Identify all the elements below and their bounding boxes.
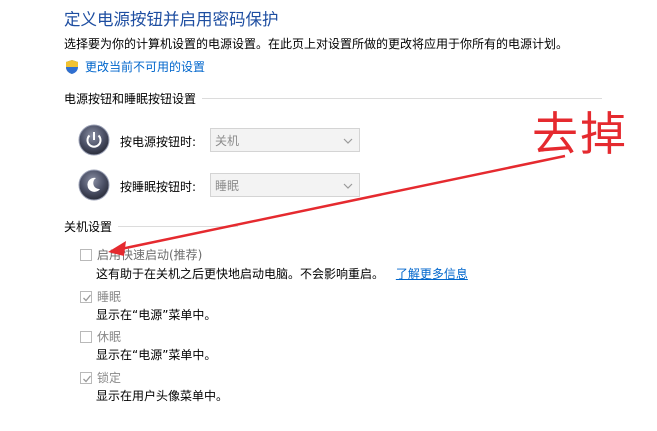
fast-startup-checkbox[interactable] <box>80 248 92 261</box>
hibernate-checkbox[interactable] <box>80 330 92 343</box>
power-button-row: 按电源按钮时: 关机 <box>78 124 360 156</box>
shutdown-section-header: 关机设置 <box>64 218 239 235</box>
learn-more-link[interactable]: 了解更多信息 <box>396 267 468 281</box>
power-button-action-select[interactable]: 关机 <box>210 128 360 152</box>
sleep-button-action-value: 睡眠 <box>215 178 240 193</box>
shutdown-section-title: 关机设置 <box>64 220 113 234</box>
power-icon <box>78 124 110 156</box>
lock-description: 显示在用户头像菜单中。 <box>96 389 229 403</box>
lock-option[interactable]: 锁定 <box>80 369 121 386</box>
sleep-checkbox[interactable] <box>80 290 92 303</box>
hibernate-label: 休眠 <box>97 330 122 344</box>
uac-shield-icon <box>64 59 80 75</box>
power-buttons-section-header: 电源按钮和睡眠按钮设置 <box>64 90 603 107</box>
power-button-action-value: 关机 <box>215 133 240 148</box>
page-description: 选择要为你的计算机设置的电源设置。在此页上对设置所做的更改将应用于你所有的电源计… <box>64 37 569 51</box>
chevron-down-icon <box>343 180 353 190</box>
sleep-icon <box>78 169 110 201</box>
fast-startup-label: 启用快速启动(推荐) <box>97 248 203 262</box>
sleep-button-row: 按睡眠按钮时: 睡眠 <box>78 169 360 201</box>
hibernate-description: 显示在“电源”菜单中。 <box>96 348 217 362</box>
page-title: 定义电源按钮并启用密码保护 <box>64 10 279 29</box>
section-divider <box>118 226 239 227</box>
change-settings-label: 更改当前不可用的设置 <box>85 60 206 74</box>
annotation-text: 去掉 <box>532 107 628 161</box>
sleep-button-label: 按睡眠按钮时: <box>120 180 197 194</box>
fast-startup-description: 这有助于在关机之后更快地启动电脑。不会影响重启。 了解更多信息 <box>96 265 468 282</box>
fast-startup-option[interactable]: 启用快速启动(推荐) <box>80 246 202 263</box>
change-settings-link[interactable]: 更改当前不可用的设置 <box>64 58 205 75</box>
power-buttons-section-title: 电源按钮和睡眠按钮设置 <box>64 92 197 106</box>
sleep-option[interactable]: 睡眠 <box>80 288 121 305</box>
lock-checkbox[interactable] <box>80 371 92 384</box>
chevron-down-icon <box>343 135 353 145</box>
sleep-button-action-select[interactable]: 睡眠 <box>210 173 360 197</box>
sleep-label: 睡眠 <box>97 290 122 304</box>
hibernate-option[interactable]: 休眠 <box>80 328 121 345</box>
lock-label: 锁定 <box>97 371 122 385</box>
power-button-label: 按电源按钮时: <box>120 135 197 149</box>
sleep-description: 显示在“电源”菜单中。 <box>96 308 217 322</box>
fast-startup-desc-text: 这有助于在关机之后更快地启动电脑。不会影响重启。 <box>96 267 385 281</box>
